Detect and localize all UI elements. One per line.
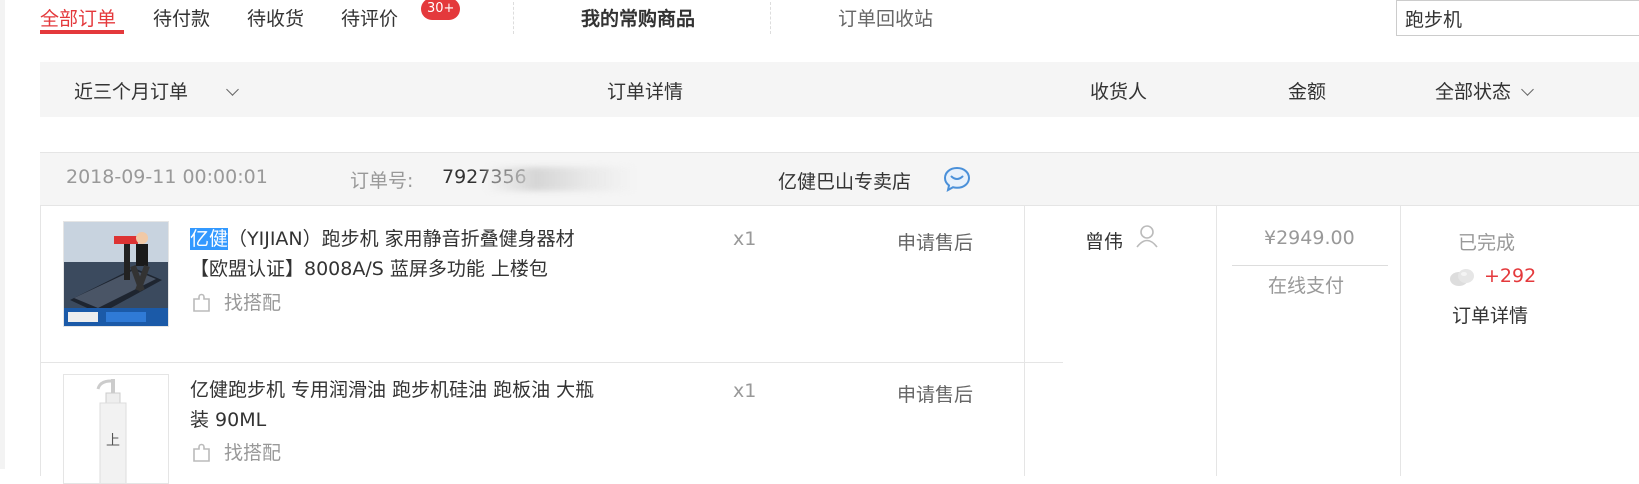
lubricant-bottle-image: 上	[64, 375, 168, 483]
after-sale-button[interactable]: 申请售后	[897, 228, 973, 255]
product-image-treadmill[interactable]	[63, 221, 169, 327]
amount-header: 金额	[1288, 81, 1327, 103]
order-number-redaction	[485, 167, 635, 191]
find-match-label: 找搭配	[224, 442, 282, 464]
user-icon[interactable]	[1136, 224, 1158, 248]
tab-pending-payment[interactable]: 待付款	[153, 4, 210, 31]
recipient-name: 曾伟	[1085, 231, 1124, 253]
tab-all-orders[interactable]: 全部订单	[40, 4, 116, 31]
tab-recycle-bin[interactable]: 订单回收站	[838, 4, 933, 31]
treadmill-image	[64, 222, 168, 326]
payment-method: 在线支付	[1268, 275, 1345, 297]
order-search-input[interactable]	[1396, 0, 1639, 36]
page-left-edge	[0, 0, 5, 469]
product-image-lubricant[interactable]: 上	[63, 374, 169, 484]
amount-divider	[1232, 265, 1388, 266]
column-divider	[1216, 206, 1217, 476]
chevron-down-icon	[226, 83, 239, 96]
active-tab-underline	[40, 30, 124, 34]
order-amount: ¥2949.00	[1264, 227, 1355, 249]
after-sale-button[interactable]: 申请售后	[897, 380, 973, 407]
order-status: 已完成	[1458, 232, 1516, 254]
item-quantity: x1	[733, 228, 757, 250]
tab-pending-receipt[interactable]: 待收货	[247, 4, 304, 31]
puzzle-icon	[193, 443, 210, 462]
order-table-header: 近三个月订单 订单详情 收货人 金额 全部状态	[40, 62, 1639, 117]
find-match-button[interactable]: 找搭配	[192, 438, 281, 465]
item-divider	[41, 362, 1063, 363]
product-title-rest: （YIJIAN）跑步机 家用静音折叠健身器材 【欧盟认证】8008A/S 蓝屏多…	[190, 228, 575, 280]
order-detail-link[interactable]: 订单详情	[1452, 301, 1528, 328]
product-title-highlight: 亿健	[190, 228, 229, 250]
bean-reward: +292	[1484, 265, 1537, 287]
svg-text:上: 上	[106, 433, 120, 449]
find-match-label: 找搭配	[224, 292, 282, 314]
order-date: 2018-09-11 00:00:01	[66, 166, 268, 188]
tab-divider	[513, 2, 514, 34]
jd-bean-icon	[1450, 269, 1474, 286]
column-divider	[1400, 206, 1401, 476]
find-match-button[interactable]: 找搭配	[192, 288, 281, 315]
tab-pending-review[interactable]: 待评价	[341, 4, 398, 31]
item-quantity: x1	[733, 380, 757, 402]
status-filter-label: 全部状态	[1435, 81, 1512, 103]
review-count-badge: 30+	[421, 0, 461, 20]
order-number-label: 订单号:	[350, 170, 414, 192]
order-details-header: 订单详情	[607, 81, 684, 103]
period-filter-label: 近三个月订单	[74, 81, 189, 103]
tab-divider	[770, 2, 771, 34]
status-filter-dropdown[interactable]: 全部状态	[1435, 77, 1534, 104]
tab-frequent-items[interactable]: 我的常购商品	[581, 4, 695, 31]
chevron-down-icon	[1521, 83, 1534, 96]
product-title-treadmill[interactable]: 亿健（YIJIAN）跑步机 家用静音折叠健身器材 【欧盟认证】8008A/S 蓝…	[190, 224, 600, 284]
column-divider	[1024, 206, 1025, 476]
shop-name-link[interactable]: 亿健巴山专卖店	[778, 167, 911, 194]
product-title-lubricant[interactable]: 亿健跑步机 专用润滑油 跑步机硅油 跑板油 大瓶装 90ML	[190, 375, 600, 435]
puzzle-icon	[193, 293, 210, 312]
recipient-header: 收货人	[1090, 81, 1148, 103]
period-filter-dropdown[interactable]: 近三个月订单	[74, 77, 239, 104]
order-header: 2018-09-11 00:00:01 订单号: 7927356 亿健巴山专卖店	[40, 152, 1639, 206]
chat-icon[interactable]	[942, 164, 972, 194]
